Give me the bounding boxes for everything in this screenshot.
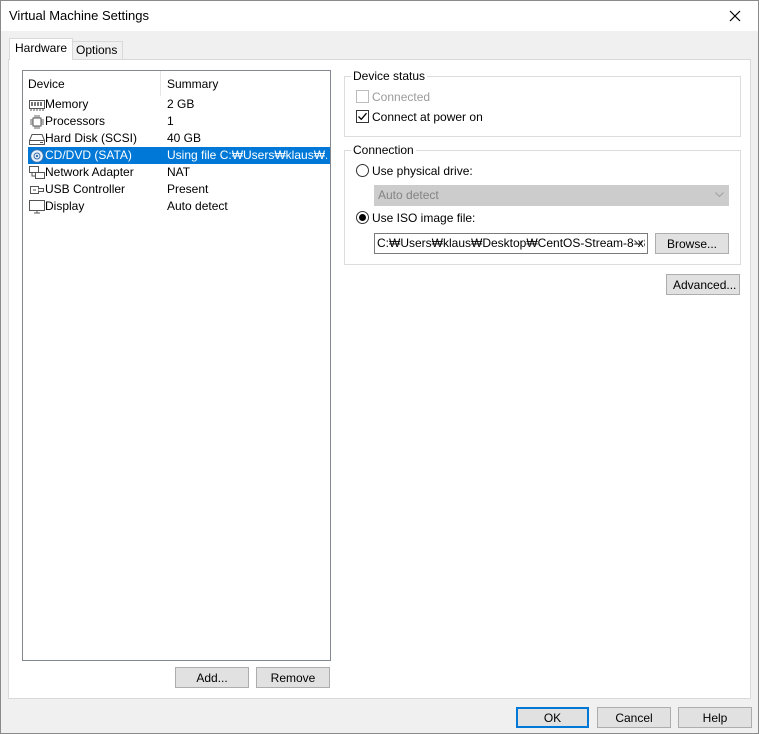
network-adapter-icon	[28, 164, 45, 181]
cancel-button[interactable]: Cancel	[597, 707, 671, 728]
device-row-processors[interactable]: Processors 1	[28, 113, 330, 130]
iso-path-combobox[interactable]: C:₩Users₩klaus₩Desktop₩CentOS-Stream-8-x…	[374, 233, 648, 254]
memory-icon	[28, 96, 45, 113]
device-name: Processors	[45, 114, 106, 128]
window-title: Virtual Machine Settings	[9, 8, 149, 23]
device-row-display[interactable]: Display Auto detect	[28, 198, 330, 215]
add-button[interactable]: Add...	[175, 667, 249, 688]
column-header-summary[interactable]: Summary	[162, 71, 330, 96]
use-physical-drive-label: Use physical drive:	[372, 164, 473, 178]
device-row-memory[interactable]: Memory 2 GB	[28, 96, 330, 113]
device-name: CD/DVD (SATA)	[45, 148, 132, 162]
device-name: Memory	[45, 97, 89, 111]
physical-drive-value: Auto detect	[378, 188, 439, 202]
close-button[interactable]	[712, 1, 758, 31]
vm-settings-window: Virtual Machine Settings Hardware Option…	[0, 0, 759, 734]
tab-options[interactable]: Options	[70, 41, 124, 59]
hard-disk-icon	[28, 130, 45, 147]
usb-icon	[28, 181, 45, 198]
tab-hardware[interactable]: Hardware	[9, 38, 74, 60]
title-bar: Virtual Machine Settings	[1, 1, 758, 31]
device-summary: Using file C:₩Users₩klaus₩...	[167, 148, 327, 162]
connection-group: Connection Use physical drive: Auto dete…	[344, 142, 741, 265]
device-status-group: Device status Connected Connect at power…	[344, 68, 741, 137]
connect-at-power-on-label: Connect at power on	[372, 110, 483, 124]
device-summary: Present	[167, 182, 209, 196]
device-summary: 1	[167, 114, 174, 128]
device-row-network-adapter[interactable]: Network Adapter NAT	[28, 164, 330, 181]
connected-label: Connected	[372, 90, 431, 104]
device-status-title: Device status	[351, 68, 428, 84]
device-summary: 40 GB	[167, 131, 202, 145]
device-row-usb-controller[interactable]: USB Controller Present	[28, 181, 330, 198]
iso-path-value: C:₩Users₩klaus₩Desktop₩CentOS-Stream-8-x…	[377, 236, 645, 250]
cd-dvd-icon	[28, 147, 45, 164]
display-icon	[28, 198, 45, 215]
chevron-down-icon	[715, 192, 724, 198]
device-row-hard-disk[interactable]: Hard Disk (SCSI) 40 GB	[28, 130, 330, 147]
advanced-button[interactable]: Advanced...	[666, 274, 740, 295]
device-summary: NAT	[167, 165, 191, 179]
browse-button[interactable]: Browse...	[655, 233, 729, 254]
use-iso-label: Use ISO image file:	[372, 211, 476, 225]
use-physical-drive-radio-circle	[356, 164, 369, 177]
help-button[interactable]: Help	[678, 707, 752, 728]
list-header: Device Summary	[23, 71, 330, 96]
device-name: USB Controller	[45, 182, 126, 196]
connect-at-power-on-box	[356, 110, 369, 123]
physical-drive-select[interactable]: Auto detect	[374, 185, 729, 206]
device-name: Display	[45, 199, 85, 213]
chevron-down-icon	[634, 240, 643, 246]
device-summary: Auto detect	[167, 199, 228, 213]
device-name: Network Adapter	[45, 165, 134, 179]
close-icon	[729, 10, 741, 22]
processor-icon	[28, 113, 45, 130]
connected-checkbox-box	[356, 90, 369, 103]
device-list[interactable]: Device Summary Memory 2 GB Processors 1	[22, 70, 331, 661]
ok-button[interactable]: OK	[516, 707, 589, 728]
connection-title: Connection	[351, 142, 416, 158]
device-row-cd-dvd[interactable]: CD/DVD (SATA) Using file C:₩Users₩klaus₩…	[28, 147, 330, 164]
column-header-device[interactable]: Device	[23, 71, 161, 96]
device-name: Hard Disk (SCSI)	[45, 131, 138, 145]
device-summary: 2 GB	[167, 97, 195, 111]
hardware-panel: Device Summary Memory 2 GB Processors 1	[8, 59, 751, 699]
use-iso-radio-circle	[356, 211, 369, 224]
checkmark-icon	[358, 112, 367, 121]
remove-button[interactable]: Remove	[256, 667, 330, 688]
